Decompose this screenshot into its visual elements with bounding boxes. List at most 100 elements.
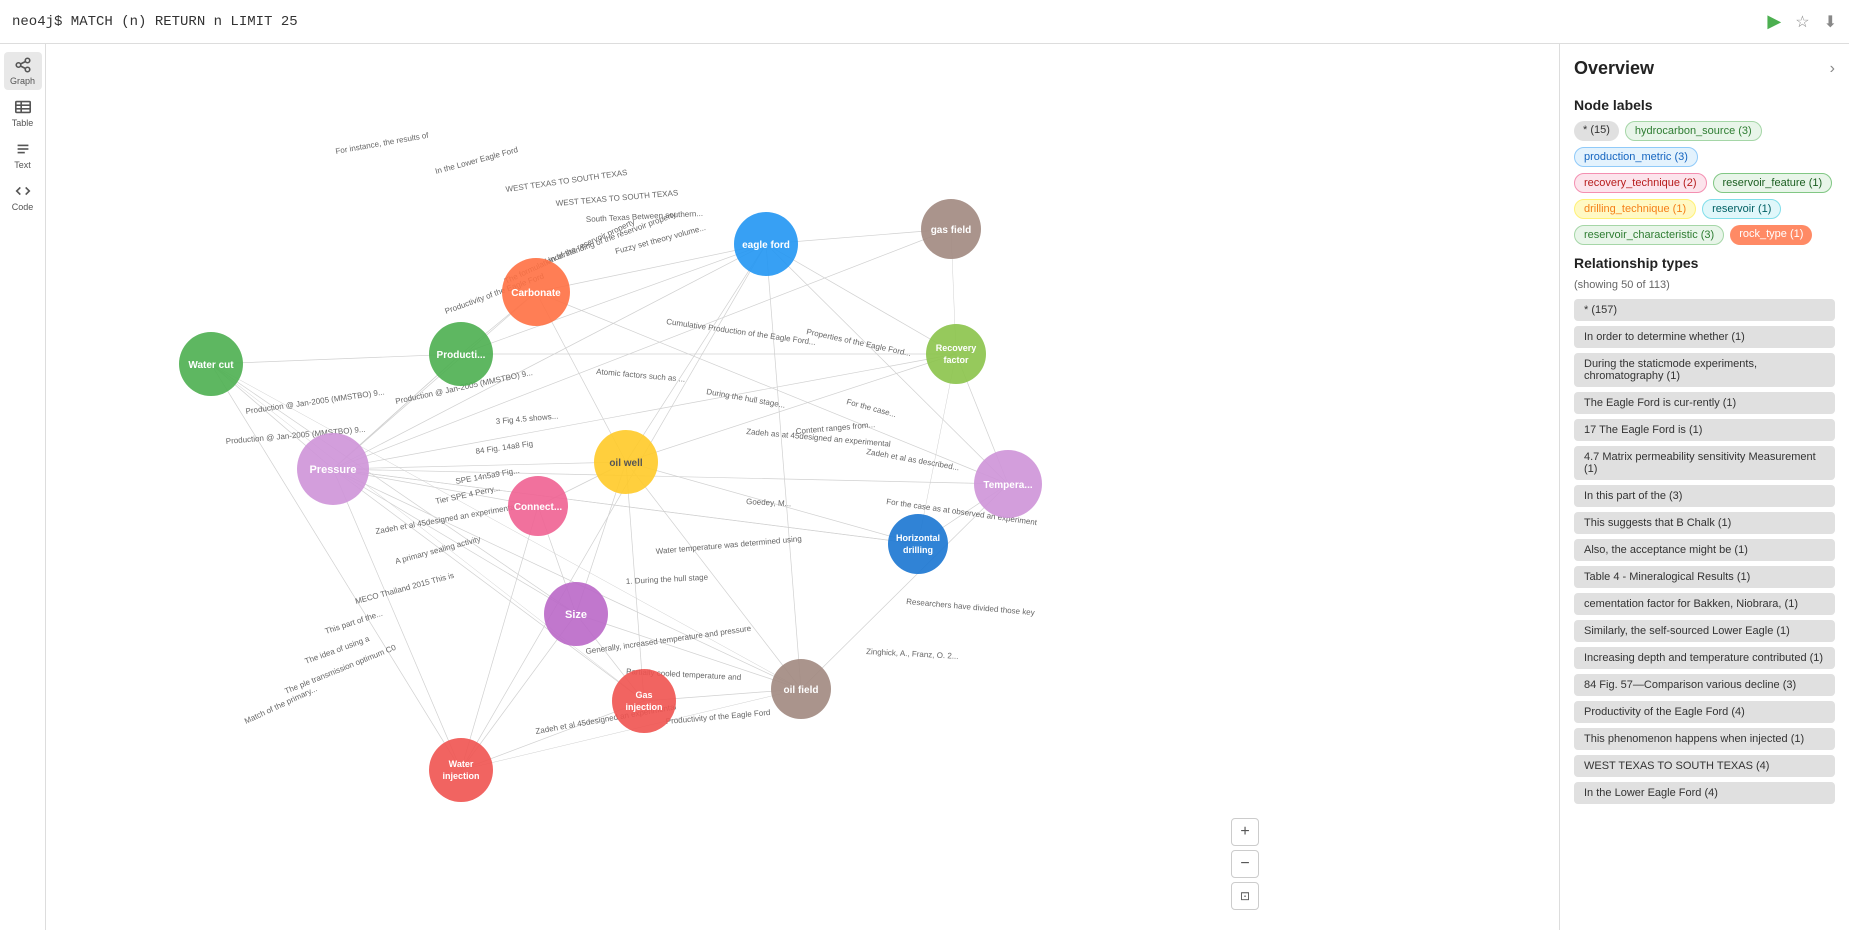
zoom-out-button[interactable]: − (1231, 850, 1259, 878)
relationship-item[interactable]: In this part of the (3) (1574, 485, 1835, 507)
star-button[interactable]: ☆ (1795, 12, 1809, 32)
toolbar-actions: ▶ ☆ ⬇ (1767, 11, 1837, 32)
svg-text:Recovery: Recovery (936, 343, 977, 353)
svg-text:drilling: drilling (903, 545, 933, 555)
sidebar-item-code[interactable]: Code (4, 178, 42, 216)
svg-text:1. During the hull stage: 1. During the hull stage (626, 573, 709, 586)
svg-text:Water temperature was determin: Water temperature was determined using (655, 534, 802, 556)
relationship-item[interactable]: Increasing depth and temperature contrib… (1574, 647, 1835, 669)
node-label-tag[interactable]: production_metric (3) (1574, 147, 1698, 167)
sidebar-label-table: Table (12, 118, 34, 128)
graph-area[interactable]: In the Lower Eagle Ford For instance, th… (46, 44, 1559, 930)
sidebar-label-code: Code (12, 202, 34, 212)
sidebar-item-table[interactable]: Table (4, 94, 42, 132)
sidebar-label-graph: Graph (10, 76, 35, 86)
svg-text:In the Lower Eagle Ford: In the Lower Eagle Ford (434, 145, 519, 176)
svg-text:84 Fig. 14a8 Fig: 84 Fig. 14a8 Fig (475, 439, 534, 456)
svg-text:gas field: gas field (931, 225, 972, 236)
relationship-item[interactable]: Productivity of the Eagle Ford (4) (1574, 701, 1835, 723)
svg-text:For the case...: For the case... (845, 397, 897, 419)
svg-text:Productivity of the Eagle Ford: Productivity of the Eagle Ford (665, 708, 770, 726)
relationship-item[interactable]: The Eagle Ford is cur-rently (1) (1574, 392, 1835, 414)
node-label-tag[interactable]: rock_type (1) (1730, 225, 1812, 245)
sidebar-item-text[interactable]: Text (4, 136, 42, 174)
svg-text:During the hull stage...: During the hull stage... (706, 387, 786, 410)
node-label-tag[interactable]: drilling_technique (1) (1574, 199, 1696, 219)
svg-text:Zadeh et al as described...: Zadeh et al as described... (866, 447, 960, 472)
svg-text:Tempera...: Tempera... (983, 480, 1032, 491)
relationship-types-title: Relationship types (1574, 255, 1835, 271)
svg-text:Cumulative Production of the E: Cumulative Production of the Eagle Ford.… (666, 317, 817, 347)
sidebar-item-graph[interactable]: Graph (4, 52, 42, 90)
relationship-item[interactable]: WEST TEXAS TO SOUTH TEXAS (4) (1574, 755, 1835, 777)
relationship-item[interactable]: Also, the acceptance might be (1) (1574, 539, 1835, 561)
svg-text:eagle ford: eagle ford (742, 240, 790, 251)
svg-text:Atomic factors such as ...: Atomic factors such as ... (596, 367, 686, 384)
node-label-tag[interactable]: reservoir_characteristic (3) (1574, 225, 1724, 245)
svg-text:Zadeh et al 45designed an expe: Zadeh et al 45designed an experimental (375, 502, 517, 536)
svg-text:Properties of the Eagle Ford..: Properties of the Eagle Ford... (806, 327, 912, 358)
relationship-item[interactable]: This phenomenon happens when injected (1… (1574, 728, 1835, 750)
download-button[interactable]: ⬇ (1824, 12, 1837, 32)
run-button[interactable]: ▶ (1767, 11, 1781, 32)
svg-text:Water cut: Water cut (188, 360, 234, 371)
svg-text:Researchers have divided those: Researchers have divided those key (906, 597, 1035, 617)
relationship-item[interactable]: In the Lower Eagle Ford (4) (1574, 782, 1835, 804)
node-label-tag[interactable]: reservoir_feature (1) (1713, 173, 1833, 193)
relationship-list: * (157) In order to determine whether (1)… (1574, 299, 1835, 809)
overview-title: Overview (1574, 58, 1654, 79)
svg-text:Size: Size (565, 609, 587, 621)
zoom-fit-button[interactable]: ⊡ (1231, 882, 1259, 910)
relationship-item[interactable]: In order to determine whether (1) (1574, 326, 1835, 348)
svg-text:Horizontal: Horizontal (896, 533, 940, 543)
svg-text:MECO Thailand 2015 This is: MECO Thailand 2015 This is (354, 571, 455, 606)
collapse-button[interactable]: › (1830, 60, 1835, 78)
svg-text:Connect...: Connect... (514, 502, 563, 513)
svg-text:Gas: Gas (635, 690, 652, 700)
svg-text:SPE 14n5a9 Fig...: SPE 14n5a9 Fig... (455, 466, 521, 486)
svg-text:injection: injection (442, 771, 479, 781)
sidebar-label-text: Text (14, 160, 31, 170)
relationship-item[interactable]: 84 Fig. 57—Comparison various decline (3… (1574, 674, 1835, 696)
svg-text:Producti...: Producti... (437, 350, 486, 361)
relationship-count: (showing 50 of 113) (1574, 279, 1835, 291)
node-label-tag[interactable]: hydrocarbon_source (3) (1625, 121, 1762, 141)
main-layout: Graph Table Text Code (0, 44, 1849, 930)
svg-text:Goedey, M...: Goedey, M... (746, 497, 792, 508)
svg-text:3 Fig 4.5 shows...: 3 Fig 4.5 shows... (495, 412, 558, 426)
right-panel: Overview › Node labels * (15) hydrocarbon… (1559, 44, 1849, 930)
graph-svg: In the Lower Eagle Ford For instance, th… (46, 44, 1559, 930)
svg-text:Water: Water (449, 759, 474, 769)
svg-text:oil well: oil well (609, 458, 643, 469)
svg-text:This part of the...: This part of the... (324, 609, 384, 636)
svg-text:oil field: oil field (784, 685, 819, 696)
svg-text:Content ranges from...: Content ranges from... (795, 420, 875, 436)
toolbar: neo4j$ MATCH (n) RETURN n LIMIT 25 ▶ ☆ ⬇ (0, 0, 1849, 44)
svg-text:factor: factor (943, 355, 969, 365)
svg-text:WEST TEXAS TO SOUTH TEXAS: WEST TEXAS TO SOUTH TEXAS (555, 188, 678, 208)
query-display: neo4j$ MATCH (n) RETURN n LIMIT 25 (12, 14, 1767, 30)
relationship-item[interactable]: 17 The Eagle Ford is (1) (1574, 419, 1835, 441)
svg-text:Tier SPE 4 Perry...: Tier SPE 4 Perry... (435, 483, 501, 505)
relationship-item[interactable]: cementation factor for Bakken, Niobrara,… (1574, 593, 1835, 615)
node-label-tag[interactable]: reservoir (1) (1702, 199, 1781, 219)
relationship-item[interactable]: * (157) (1574, 299, 1835, 321)
svg-text:WEST TEXAS TO SOUTH TEXAS: WEST TEXAS TO SOUTH TEXAS (505, 168, 628, 194)
node-label-tag[interactable]: recovery_technique (2) (1574, 173, 1707, 193)
right-panel-content[interactable]: Node labels * (15) hydrocarbon_source (3)… (1560, 87, 1849, 930)
left-sidebar: Graph Table Text Code (0, 44, 46, 930)
zoom-in-button[interactable]: + (1231, 818, 1259, 846)
relationship-item[interactable]: During the staticmode experiments, chrom… (1574, 353, 1835, 387)
node-label-tag[interactable]: * (15) (1574, 121, 1619, 141)
svg-text:Match of the primary...: Match of the primary... (243, 684, 318, 726)
svg-text:For instance, the results of: For instance, the results of (335, 131, 430, 156)
node-labels-tags: * (15) hydrocarbon_source (3) production_m… (1574, 121, 1835, 245)
relationship-item[interactable]: Table 4 - Mineralogical Results (1) (1574, 566, 1835, 588)
right-panel-header: Overview › (1560, 44, 1849, 87)
node-labels-title: Node labels (1574, 97, 1835, 113)
svg-text:injection: injection (625, 702, 662, 712)
relationship-item[interactable]: 4.7 Matrix permeability sensitivity Meas… (1574, 446, 1835, 480)
relationship-item[interactable]: This suggests that B Chalk (1) (1574, 512, 1835, 534)
svg-text:Zinghick, A., Franz, O. 2...: Zinghick, A., Franz, O. 2... (866, 647, 959, 661)
relationship-item[interactable]: Similarly, the self-sourced Lower Eagle … (1574, 620, 1835, 642)
